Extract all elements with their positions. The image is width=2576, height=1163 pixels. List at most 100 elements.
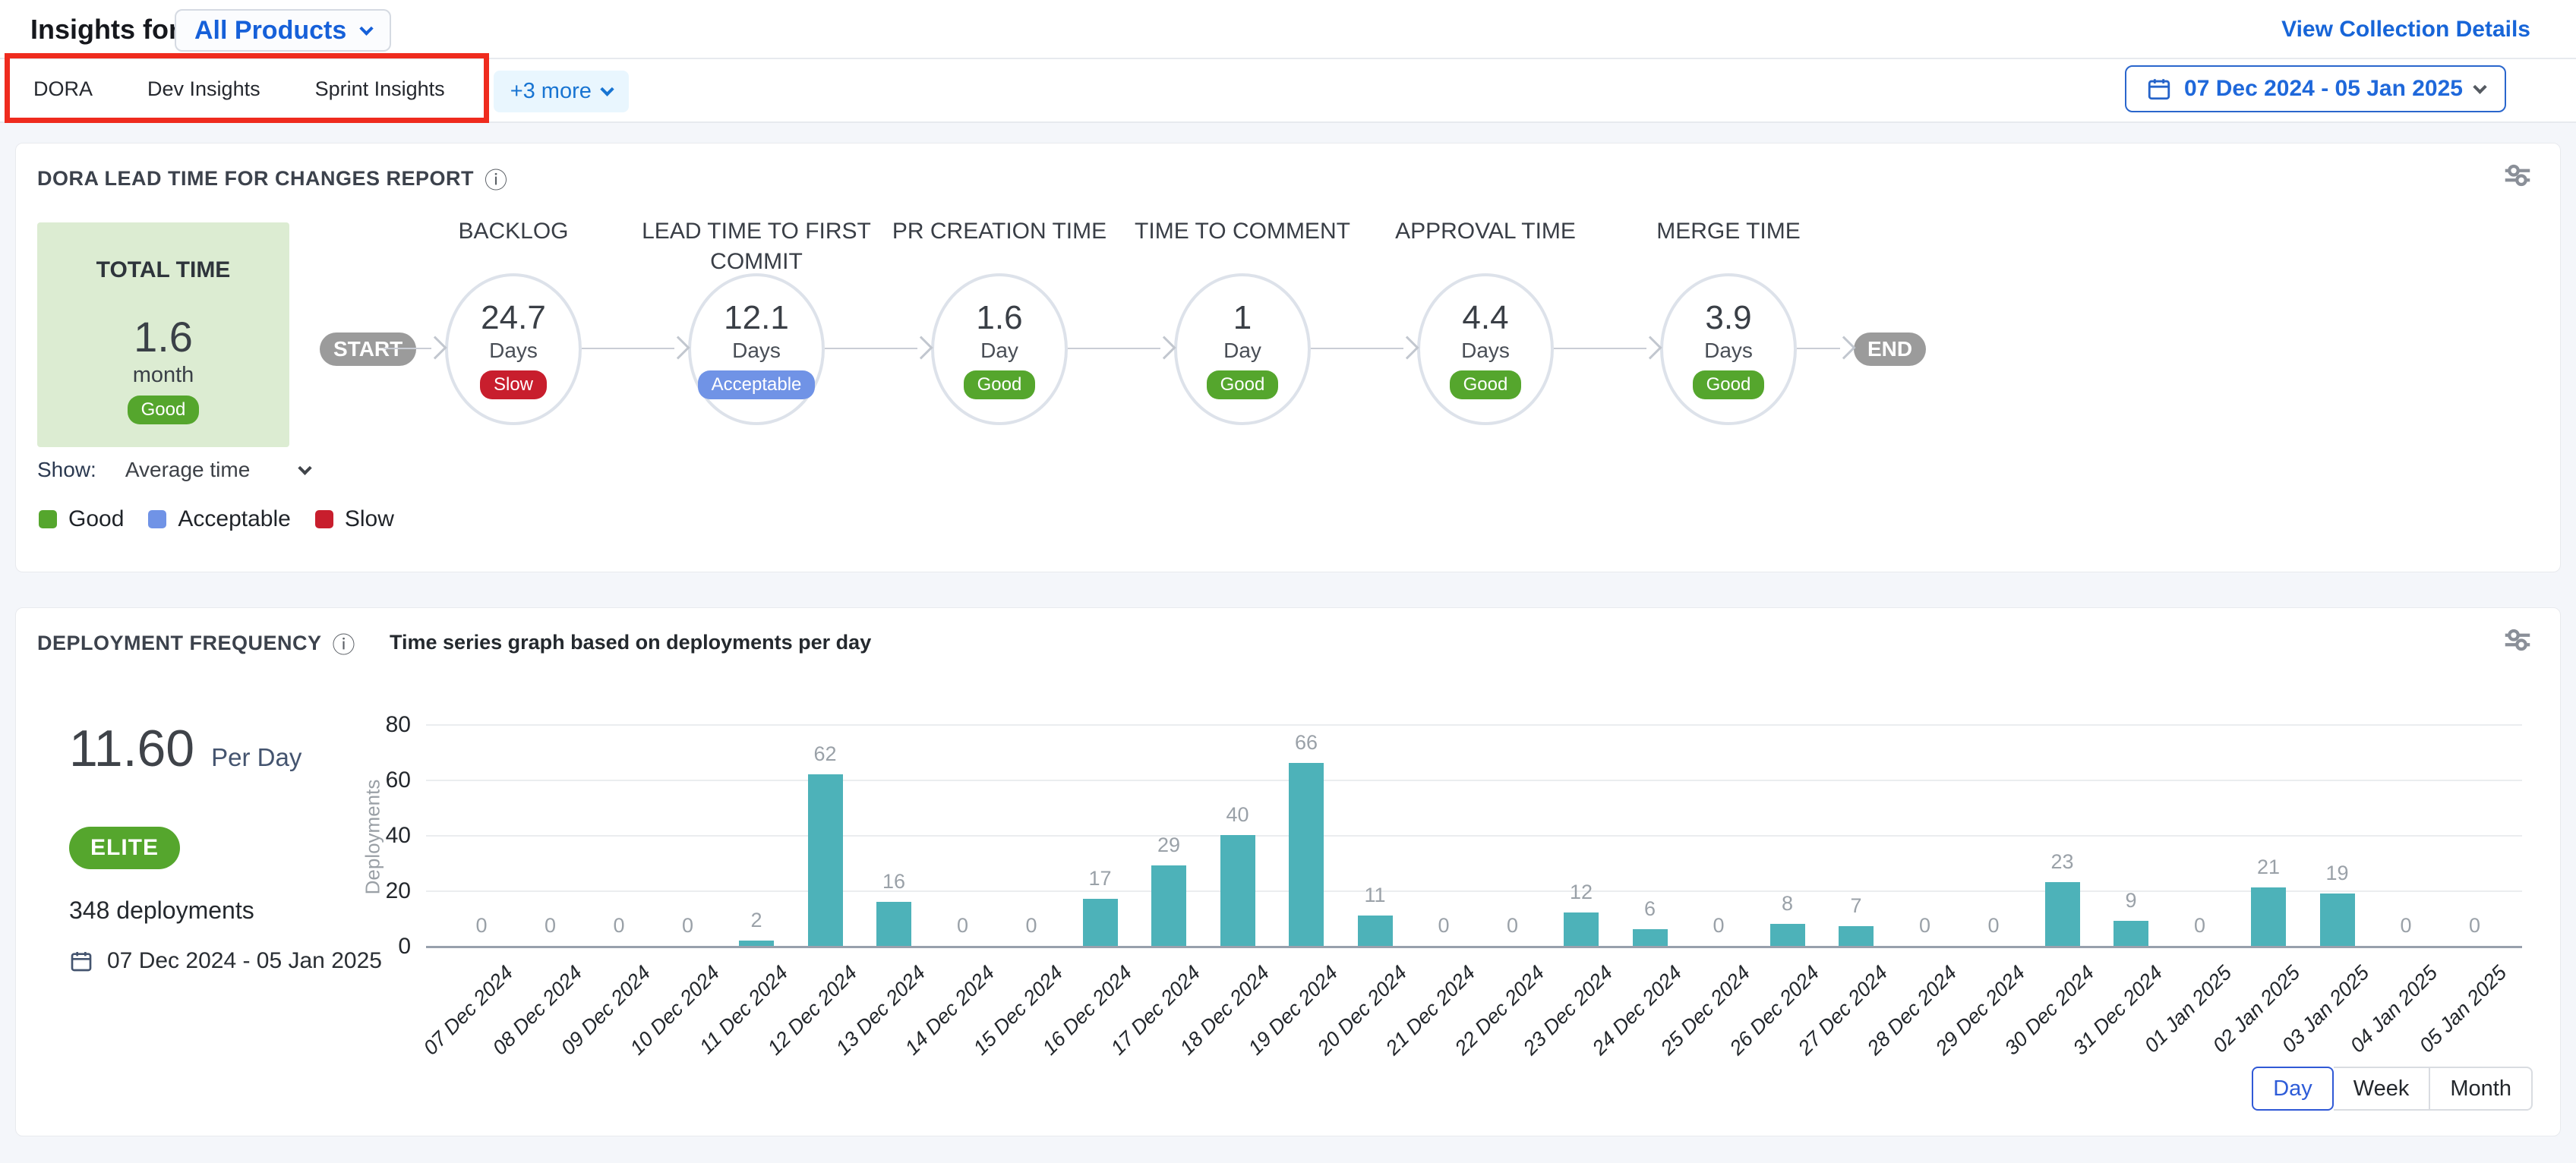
- stage-node-lead-time-to-first-commit[interactable]: 12.1DaysAcceptable: [688, 273, 825, 425]
- date-range-picker[interactable]: 07 Dec 2024 - 05 Jan 2025: [2125, 65, 2506, 112]
- stage-node-time-to-comment[interactable]: 1DayGood: [1174, 273, 1311, 425]
- stage-label-backlog: BACKLOG: [388, 216, 639, 247]
- gridline: [426, 724, 2522, 726]
- stage-label-time-to-comment: TIME TO COMMENT: [1117, 216, 1368, 247]
- bar-value-label: 7: [1822, 894, 1890, 918]
- granularity-switcher: DayWeekMonth: [2252, 1067, 2533, 1111]
- stage-unit: Days: [1461, 339, 1510, 363]
- chart-bar[interactable]: [1770, 924, 1805, 946]
- stage-unit: Days: [1704, 339, 1753, 363]
- stage-status-badge: Good: [1450, 370, 1522, 399]
- bar-value-label: 0: [1479, 914, 1547, 938]
- chart-bar[interactable]: [1633, 929, 1668, 946]
- bar-value-label: 0: [929, 914, 997, 938]
- flow-arrow-head-icon: [1638, 336, 1662, 359]
- bar-value-label: 0: [997, 914, 1065, 938]
- bar-value-label: 29: [1135, 834, 1203, 857]
- deployment-frequency-card: DEPLOYMENT FREQUENCY ⓘ Time series graph…: [15, 607, 2561, 1136]
- stage-status-badge: Slow: [480, 370, 547, 399]
- pipeline-start-node: START: [320, 333, 416, 366]
- stage-status-badge: Good: [964, 370, 1036, 399]
- bar-value-label: 9: [2097, 889, 2165, 912]
- granularity-week-button[interactable]: Week: [2334, 1067, 2431, 1111]
- stage-node-pr-creation-time[interactable]: 1.6Day Good: [931, 273, 1068, 425]
- stage-unit: Day: [980, 339, 1018, 363]
- tabs-more-label: +3 more: [510, 79, 592, 104]
- chart-bar[interactable]: [1564, 912, 1599, 946]
- stage-label-lead-time-to-first-commit: LEAD TIME TO FIRST COMMIT: [631, 216, 882, 277]
- bar-value-label: 12: [1547, 881, 1615, 904]
- chart-bar[interactable]: [2251, 887, 2286, 946]
- bar-value-label: 16: [860, 870, 928, 894]
- tab-dev-insights[interactable]: Dev Insights: [141, 59, 267, 123]
- show-value: Average time: [125, 458, 250, 482]
- gridline: [426, 890, 2522, 892]
- product-selector-dropdown[interactable]: All Products: [175, 9, 391, 52]
- legend-item-slow: Slow: [315, 506, 394, 532]
- bar-value-label: 0: [654, 914, 722, 938]
- tab-dora[interactable]: DORA: [27, 59, 99, 123]
- bar-value-label: 0: [2441, 914, 2509, 938]
- stage-node-merge-time[interactable]: 3.9DaysGood: [1660, 273, 1797, 425]
- chart-bar[interactable]: [1151, 865, 1186, 946]
- chart-bar[interactable]: [1839, 926, 1874, 946]
- legend-label: Acceptable: [178, 506, 290, 532]
- legend-swatch-slow: [315, 510, 333, 528]
- stage-status-badge: Acceptable: [698, 370, 816, 399]
- chart-bar[interactable]: [876, 902, 911, 946]
- granularity-day-button[interactable]: Day: [2252, 1067, 2334, 1111]
- stage-label-merge-time: MERGE TIME: [1603, 216, 1854, 247]
- stage-value: 4.4: [1462, 299, 1508, 337]
- date-range-value: 07 Dec 2024 - 05 Jan 2025: [2184, 76, 2463, 102]
- bar-value-label: 62: [791, 742, 860, 766]
- bar-value-label: 11: [1341, 884, 1410, 907]
- chart-bar[interactable]: [808, 774, 843, 946]
- deployments-bar-chart: 020406080Deployments007 Dec 2024008 Dec …: [16, 608, 2560, 1136]
- flow-arrow: [582, 348, 674, 349]
- bar-value-label: 0: [1410, 914, 1478, 938]
- bar-value-label: 0: [2166, 914, 2234, 938]
- status-legend: Good Acceptable Slow: [39, 506, 394, 532]
- y-axis-title: Deployments: [361, 761, 385, 913]
- stage-node-backlog[interactable]: 24.7DaysSlow: [445, 273, 582, 425]
- legend-label: Slow: [345, 506, 394, 532]
- chevron-down-icon: [2473, 80, 2486, 93]
- chart-bar[interactable]: [739, 941, 774, 946]
- chart-bar[interactable]: [1083, 899, 1118, 946]
- gridline: [426, 780, 2522, 781]
- chart-bar[interactable]: [2114, 921, 2148, 946]
- stage-value: 3.9: [1705, 299, 1751, 337]
- bar-value-label: 6: [1616, 897, 1684, 921]
- legend-swatch-acceptable: [148, 510, 166, 528]
- stage-value: 1.6: [976, 299, 1022, 337]
- view-collection-details-link[interactable]: View Collection Details: [2281, 0, 2530, 59]
- bar-value-label: 23: [2028, 850, 2097, 874]
- chart-bar[interactable]: [1220, 835, 1255, 946]
- chart-bar[interactable]: [2320, 894, 2355, 946]
- show-metric-dropdown[interactable]: Show: Average time: [37, 458, 310, 482]
- granularity-month-button[interactable]: Month: [2430, 1067, 2533, 1111]
- chart-bar[interactable]: [2045, 882, 2080, 946]
- bar-value-label: 40: [1204, 803, 1272, 827]
- bar-value-label: 0: [447, 914, 516, 938]
- flow-arrow-head-icon: [1152, 336, 1176, 359]
- legend-item-good: Good: [39, 506, 124, 532]
- stage-node-approval-time[interactable]: 4.4Days Good: [1417, 273, 1554, 425]
- flow-arrow-head-icon: [666, 336, 690, 359]
- calendar-icon: [2146, 76, 2172, 102]
- flow-arrow-head-icon: [909, 336, 933, 359]
- chart-bar[interactable]: [1289, 763, 1324, 946]
- product-selector-value: All Products: [194, 16, 346, 46]
- stage-value: 12.1: [724, 299, 789, 337]
- flow-arrow-head-icon: [423, 336, 447, 359]
- y-tick-label: 0: [350, 934, 411, 960]
- insights-tabs: DORA Dev Insights Sprint Insights +3 more: [27, 59, 629, 123]
- chart-bar[interactable]: [1358, 916, 1393, 946]
- chevron-down-icon: [298, 461, 312, 474]
- tabs-more-button[interactable]: +3 more: [494, 71, 629, 112]
- stage-label-approval-time: APPROVAL TIME: [1360, 216, 1611, 247]
- bar-value-label: 19: [2303, 862, 2372, 885]
- stage-value: 1: [1233, 299, 1252, 337]
- tab-sprint-insights[interactable]: Sprint Insights: [309, 59, 451, 123]
- lead-time-report-card: DORA LEAD TIME FOR CHANGES REPORT ⓘ TOTA…: [15, 143, 2561, 572]
